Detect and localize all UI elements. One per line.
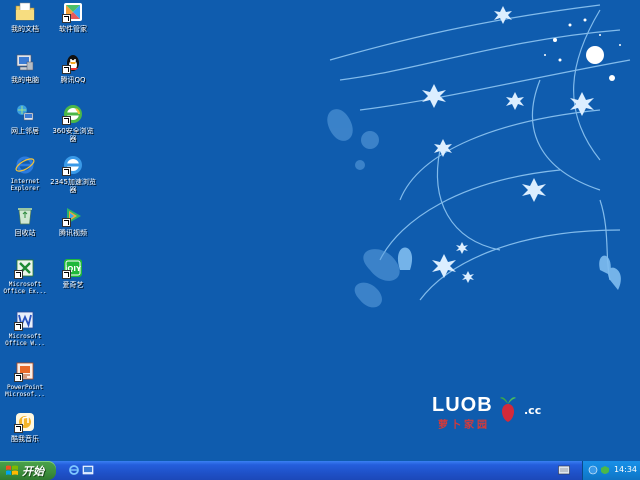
desktop-icon-tencent-video[interactable]: 腾讯视频 xyxy=(48,205,98,251)
desktop-icon-label: PowerPoint Microsof... xyxy=(5,384,45,398)
desktop-icon-label: Microsoft Office Ex... xyxy=(3,281,47,295)
software-manager-icon xyxy=(62,1,84,23)
desktop-icon-my-documents[interactable]: 我的文档 xyxy=(0,1,50,47)
desktop-icon-label: 腾讯QQ xyxy=(60,76,86,84)
desktop-icon-label: 2345加速浏览 器 xyxy=(50,178,96,194)
tray-clock[interactable]: 14:34 xyxy=(614,465,637,474)
desktop-icon-label: 腾讯视频 xyxy=(59,229,87,237)
desktop-icon-internet-explorer[interactable]: Internet Explorer xyxy=(0,154,50,200)
desktop-icon-iqiyi[interactable]: iQIY 爱奇艺 xyxy=(48,257,98,303)
brand-wordmark: LUOB xyxy=(432,394,493,416)
desktop-icon-360-browser[interactable]: 360安全浏览 器 xyxy=(48,103,98,149)
computer-icon xyxy=(14,52,36,74)
brand-tagline: 萝卜家园 xyxy=(438,420,490,431)
browser-2345-icon xyxy=(62,154,84,176)
tray-security-icon[interactable] xyxy=(600,465,610,475)
desktop-icon-ms-word[interactable]: Microsoft Office W... xyxy=(0,309,50,355)
desktop-icon-label: 爱奇艺 xyxy=(62,281,84,289)
brand-domain-suffix: .cc xyxy=(524,404,542,417)
ie-icon xyxy=(14,154,36,176)
desktop-icon-label: Microsoft Office W... xyxy=(5,333,45,347)
qq-penguin-icon xyxy=(62,52,84,74)
taskbar: 开始 14:34 xyxy=(0,461,640,480)
desktop-icon-powerpoint[interactable]: PowerPoint Microsof... xyxy=(0,360,50,406)
word-icon xyxy=(14,309,36,331)
shortcut-arrow-icon xyxy=(14,270,23,279)
shortcut-arrow-icon xyxy=(62,116,71,125)
quicklaunch-show-desktop-icon[interactable] xyxy=(82,464,94,476)
shortcut-arrow-icon xyxy=(14,322,23,331)
desktop-icon-label: 360安全浏览 器 xyxy=(52,127,94,143)
shortcut-arrow-icon xyxy=(62,218,71,227)
quicklaunch-ie-icon[interactable] xyxy=(68,464,80,476)
desktop-icon-ms-excel[interactable]: Microsoft Office Ex... xyxy=(0,257,50,303)
keyboard-language-icon[interactable] xyxy=(558,465,570,475)
system-tray: 14:34 xyxy=(582,461,640,480)
radish-logo-icon xyxy=(500,397,516,422)
desktop[interactable]: 我的文档 软件管家 我的电脑 腾讯QQ 网上邻居 360安全浏览 器 Inter… xyxy=(0,0,640,461)
shortcut-arrow-icon xyxy=(62,167,71,176)
desktop-icon-2345-browser[interactable]: 2345加速浏览 器 xyxy=(48,154,98,200)
desktop-icon-software-manager[interactable]: 软件管家 xyxy=(48,1,98,47)
kuwo-music-icon xyxy=(14,411,36,433)
desktop-icon-kuwo-music[interactable]: 酷我音乐 xyxy=(0,411,50,457)
windows-logo-icon xyxy=(6,465,18,475)
desktop-icon-tencent-qq[interactable]: 腾讯QQ xyxy=(48,52,98,98)
desktop-icon-label: 我的电脑 xyxy=(11,76,39,84)
shortcut-arrow-icon xyxy=(62,270,71,279)
desktop-icon-label: 回收站 xyxy=(14,229,36,237)
desktop-icon-network-places[interactable]: 网上邻居 xyxy=(0,103,50,149)
shortcut-arrow-icon xyxy=(62,65,71,74)
shortcut-arrow-icon xyxy=(62,14,71,23)
desktop-icon-label: 酷我音乐 xyxy=(11,435,39,443)
desktop-icon-my-computer[interactable]: 我的电脑 xyxy=(0,52,50,98)
desktop-icon-label: Internet Explorer xyxy=(10,178,40,192)
recycle-bin-icon xyxy=(14,205,36,227)
excel-icon xyxy=(14,257,36,279)
start-button[interactable]: 开始 xyxy=(0,461,56,480)
desktop-icon-recycle-bin[interactable]: 回收站 xyxy=(0,205,50,251)
network-icon xyxy=(14,103,36,125)
desktop-icon-label: 网上邻居 xyxy=(11,127,39,135)
browser-360-icon xyxy=(62,103,84,125)
wallpaper-brand-logo: LUOB .cc 萝卜家园 xyxy=(432,394,552,434)
folder-documents-icon xyxy=(14,1,36,23)
tencent-video-icon xyxy=(62,205,84,227)
powerpoint-icon xyxy=(14,360,36,382)
tray-network-icon[interactable] xyxy=(588,465,598,475)
shortcut-arrow-icon xyxy=(14,373,23,382)
iqiyi-icon: iQIY xyxy=(62,257,84,279)
shortcut-arrow-icon xyxy=(14,424,23,433)
desktop-icon-label: 我的文档 xyxy=(11,25,39,33)
desktop-icon-label: 软件管家 xyxy=(59,25,87,33)
start-button-label: 开始 xyxy=(22,464,44,478)
